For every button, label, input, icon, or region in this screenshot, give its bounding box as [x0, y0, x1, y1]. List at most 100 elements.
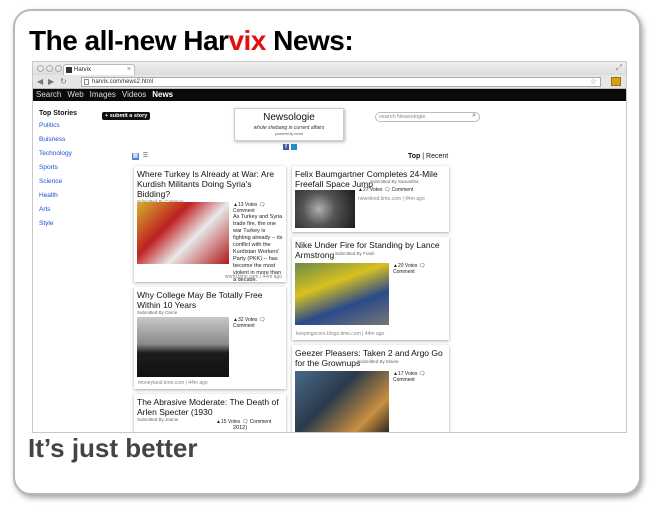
- tab-title: Harvix: [74, 67, 92, 73]
- comment-link[interactable]: Comment: [233, 323, 283, 329]
- comment-link[interactable]: Comment: [250, 419, 272, 425]
- browser-toolbar: ◀ ▶ ↻ harvix.com/news2.html ☆: [33, 75, 626, 89]
- submit-story-button[interactable]: + submit a story: [102, 112, 151, 120]
- slide-title: The all-new Harvix News:: [29, 25, 354, 56]
- list-view-icon[interactable]: ☰: [142, 153, 149, 160]
- browser-titlebar: Harvix × ⤢: [33, 62, 626, 75]
- fullscreen-icon[interactable]: ⤢: [616, 63, 622, 73]
- story-submitter: Submitted By Samantha: [370, 179, 419, 184]
- zoom-window-button[interactable]: [55, 65, 62, 72]
- comment-icon[interactable]: 🗨: [384, 187, 390, 193]
- sidebar-heading: Top Stories: [39, 110, 77, 117]
- story-card[interactable]: Where Turkey Is Already at War: Are Kurd…: [134, 166, 286, 282]
- social-icons: f: [283, 144, 297, 150]
- view-toggle: ▦ ☰: [132, 153, 149, 160]
- story-source[interactable]: moneyland.time.com: [138, 380, 184, 386]
- sidebar-item-style[interactable]: Style: [39, 220, 77, 227]
- nav-videos[interactable]: Videos: [122, 89, 146, 101]
- story-title[interactable]: Where Turkey Is Already at War: Are Kurd…: [137, 169, 283, 199]
- sidebar-item-politics[interactable]: Politics: [39, 122, 77, 129]
- sidebar-item-sports[interactable]: Sports: [39, 164, 77, 171]
- story-meta: world.time.com | 44m ago: [224, 274, 282, 280]
- story-excerpt: As Turkey and Syria trade fire, the one …: [233, 214, 283, 282]
- page-icon: [84, 79, 89, 85]
- story-title[interactable]: The Abrasive Moderate: The Death of Arle…: [137, 397, 283, 417]
- sort-top[interactable]: Top: [408, 153, 420, 160]
- story-submitter: Submitted By Carrie: [137, 310, 178, 315]
- story-image[interactable]: [295, 371, 389, 432]
- story-source[interactable]: newsfeed.time.com: [358, 196, 401, 202]
- logo-powered: powered by rockd: [275, 132, 303, 136]
- nav-news[interactable]: News: [152, 89, 173, 101]
- logo-name: Newsologie: [263, 112, 315, 123]
- vote-count[interactable]: ▲27 Votes: [358, 187, 382, 193]
- story-age: 44m ago: [364, 331, 385, 337]
- sidebar-item-science[interactable]: Science: [39, 178, 77, 185]
- story-image[interactable]: [137, 317, 229, 377]
- forward-icon[interactable]: ▶: [48, 76, 54, 87]
- story-title[interactable]: Nike Under Fire for Standing by Lance Ar…: [295, 240, 446, 260]
- story-card[interactable]: Felix Baumgartner Completes 24-Mile Free…: [292, 166, 449, 232]
- search-input[interactable]: search Newsologie ⌕: [375, 112, 480, 122]
- story-card[interactable]: Nike Under Fire for Standing by Lance Ar…: [292, 237, 449, 340]
- tab-close-icon[interactable]: ×: [127, 65, 131, 75]
- story-age: 44m ago: [262, 274, 282, 280]
- nav-web[interactable]: Web: [67, 89, 83, 101]
- search-placeholder: search Newsologie: [379, 114, 426, 120]
- search-icon[interactable]: ⌕: [472, 112, 476, 120]
- comment-icon[interactable]: 🗨: [419, 371, 425, 377]
- story-card[interactable]: The Abrasive Moderate: The Death of Arle…: [134, 394, 286, 432]
- facebook-icon[interactable]: f: [283, 144, 289, 150]
- story-image[interactable]: [295, 263, 389, 325]
- comment-icon[interactable]: 🗨: [419, 263, 425, 269]
- story-source[interactable]: keepingscore.blogs.time.com: [296, 331, 361, 337]
- extension-icon[interactable]: [611, 77, 621, 86]
- favicon-icon: [66, 67, 72, 73]
- address-bar[interactable]: harvix.com/news2.html ☆: [81, 77, 601, 87]
- sidebar-item-arts[interactable]: Arts: [39, 206, 77, 213]
- story-card[interactable]: Geezer Pleasers: Taken 2 and Argo Go for…: [292, 345, 449, 432]
- slide-card: The all-new Harvix News: Harvix × ⤢ ◀ ▶ …: [13, 9, 641, 495]
- browser-tab[interactable]: Harvix ×: [63, 64, 135, 75]
- comment-link[interactable]: Comment: [393, 377, 445, 383]
- story-meta: moneyland.time.com | 44m ago: [138, 380, 208, 386]
- sidebar: Top Stories Politics Buisness Technology…: [39, 110, 77, 234]
- sort-recent[interactable]: Recent: [426, 153, 448, 160]
- bookmark-star-icon[interactable]: ☆: [590, 77, 597, 86]
- logo-tagline: whole shebang in current affairs: [253, 125, 325, 131]
- story-title[interactable]: Why College May Be Totally Free Within 1…: [137, 290, 283, 310]
- story-image[interactable]: [295, 190, 355, 228]
- story-title[interactable]: Geezer Pleasers: Taken 2 and Argo Go for…: [295, 348, 446, 368]
- nav-images[interactable]: Images: [90, 89, 116, 101]
- story-submitter: Submitted By Elaine: [358, 359, 399, 364]
- sidebar-item-health[interactable]: Health: [39, 192, 77, 199]
- story-card[interactable]: Why College May Be Totally Free Within 1…: [134, 287, 286, 389]
- reload-icon[interactable]: ↻: [60, 76, 67, 87]
- story-source[interactable]: world.time.com: [225, 274, 259, 280]
- sidebar-item-business[interactable]: Buisness: [39, 136, 77, 143]
- story-age: 44m ago: [188, 380, 208, 386]
- story-submitter: Submitted By Frank: [335, 251, 375, 256]
- share-icon[interactable]: [291, 144, 297, 150]
- grid-view-icon[interactable]: ▦: [132, 153, 139, 160]
- sort-tabs: Top | Recent: [408, 153, 449, 160]
- top-nav: Search Web Images Videos News: [33, 89, 626, 101]
- story-excerpt: 2012): [233, 425, 248, 431]
- comment-icon[interactable]: 🗨: [259, 202, 265, 208]
- browser-window: Harvix × ⤢ ◀ ▶ ↻ harvix.com/news2.html ☆…: [32, 61, 627, 433]
- site-logo[interactable]: Newsologie whole shebang in current affa…: [234, 108, 344, 141]
- sidebar-item-technology[interactable]: Technology: [39, 150, 77, 157]
- story-meta: keepingscore.blogs.time.com | 44m ago: [296, 331, 385, 337]
- story-meta: newsfeed.time.com | 44m ago: [358, 196, 425, 202]
- minimize-window-button[interactable]: [46, 65, 53, 72]
- story-image[interactable]: [137, 202, 229, 264]
- comment-link[interactable]: Comment: [393, 269, 445, 275]
- nav-search[interactable]: Search: [36, 89, 61, 101]
- close-window-button[interactable]: [37, 65, 44, 72]
- comment-link[interactable]: Comment: [392, 187, 414, 193]
- url-text: harvix.com/news2.html: [92, 79, 154, 85]
- story-age: 44m ago: [405, 196, 425, 202]
- comment-icon[interactable]: 🗨: [259, 317, 265, 323]
- back-icon[interactable]: ◀: [37, 76, 43, 87]
- slide-tagline: It’s just better: [28, 433, 198, 463]
